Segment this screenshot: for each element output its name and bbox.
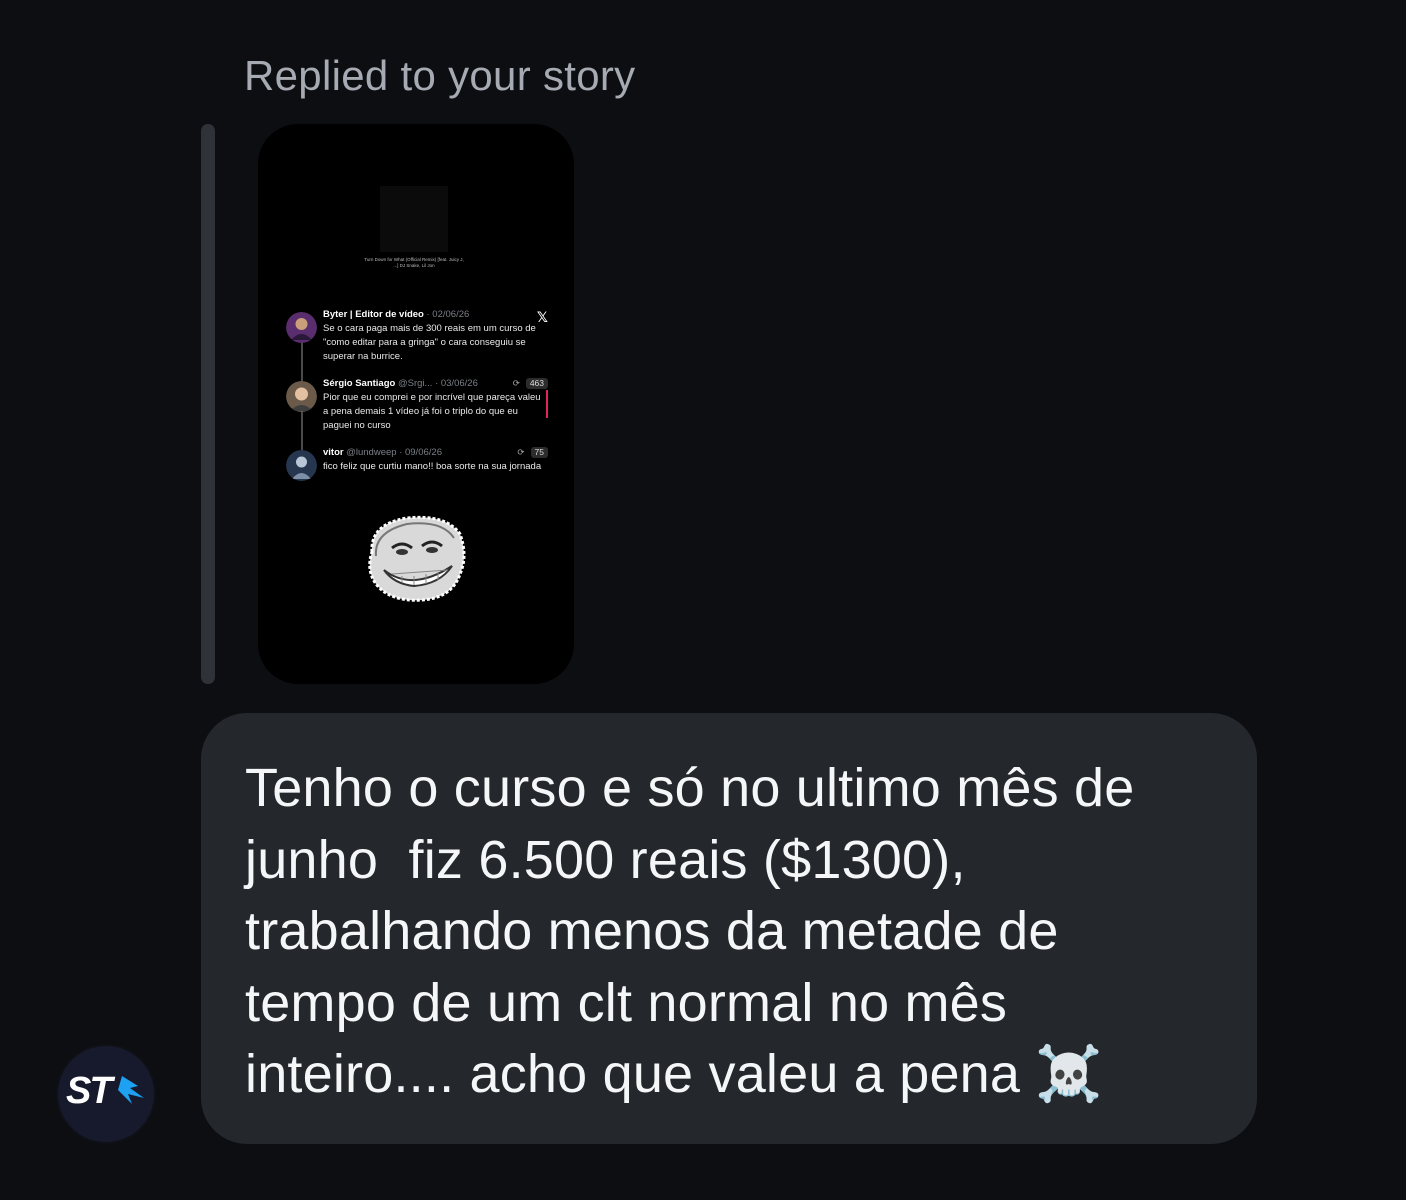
dm-conversation: Replied to your story Turn Down for What… bbox=[0, 0, 1406, 1200]
music-album-art bbox=[380, 186, 448, 252]
sender-avatar[interactable]: ST bbox=[56, 1044, 156, 1144]
story-thumbnail[interactable]: Turn Down for What (Official Remix) [fea… bbox=[258, 124, 574, 684]
message-bubble[interactable]: Tenho o curso e só no ultimo mês de junh… bbox=[201, 713, 1257, 1144]
retweet-icon: ⟳ bbox=[512, 378, 520, 388]
tweet-meta: @Srgi... · 03/06/26 bbox=[397, 378, 478, 389]
tweet-stat: ⟳ 463 bbox=[513, 378, 548, 389]
tweet-stat-count: 75 bbox=[530, 447, 548, 458]
tweet-text: Se o cara paga mais de 300 reais em um c… bbox=[323, 323, 536, 362]
sender-logo-text: ST bbox=[66, 1070, 113, 1112]
tweet-author: Sérgio Santiago bbox=[323, 378, 396, 389]
highlight-marker bbox=[546, 390, 548, 418]
replied-to-story-label: Replied to your story bbox=[244, 52, 636, 99]
retweet-icon: ⟳ bbox=[517, 447, 525, 457]
x-logo-icon: 𝕏 bbox=[536, 309, 548, 325]
message-text: Tenho o curso e só no ultimo mês de junh… bbox=[245, 758, 1135, 1104]
tweet-meta: · 02/06/26 bbox=[426, 309, 470, 320]
tweet-text: Pior que eu comprei e por incrível que p… bbox=[323, 392, 541, 431]
tweet-author: Byter | Editor de vídeo bbox=[323, 309, 424, 320]
music-caption: Turn Down for What (Official Remix) [fea… bbox=[364, 257, 464, 268]
tweet-text: fico feliz que curtiu mano!! boa sorte n… bbox=[323, 461, 542, 472]
reply-quote-bar bbox=[201, 124, 215, 684]
tweet-author: vitor bbox=[323, 447, 344, 458]
tweet-avatar bbox=[286, 450, 317, 481]
tweet-avatar bbox=[286, 381, 317, 412]
tweet-avatar bbox=[286, 312, 317, 343]
tweet-meta: @lundweep · 09/06/26 bbox=[346, 447, 442, 458]
trollface-sticker bbox=[368, 515, 466, 602]
tweet-stat: ⟳ 75 bbox=[517, 447, 548, 458]
tweet-stat-count: 463 bbox=[525, 378, 548, 389]
